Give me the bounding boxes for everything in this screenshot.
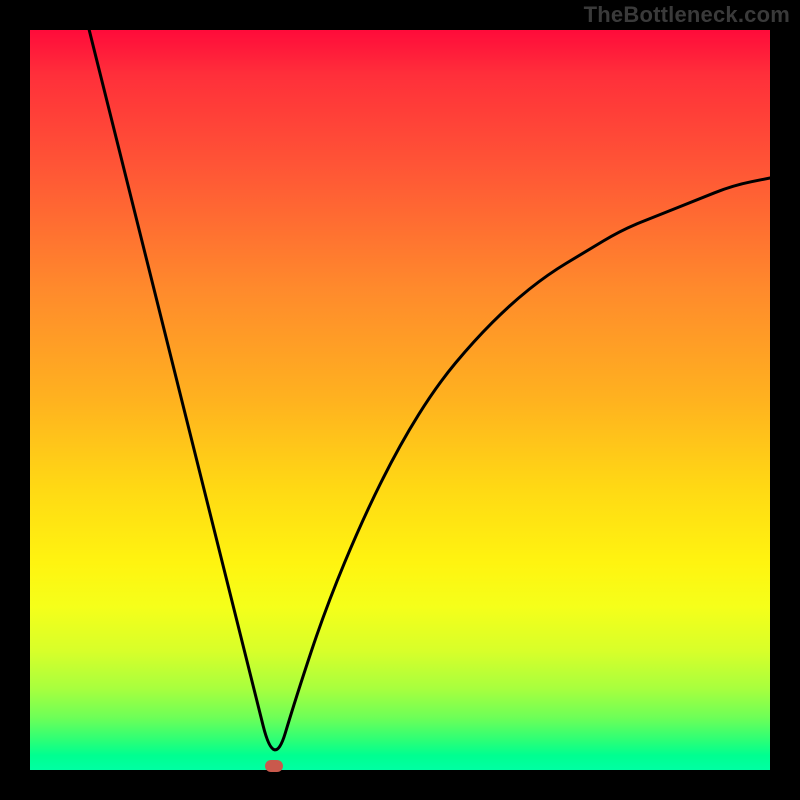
watermark-text: TheBottleneck.com [584, 2, 790, 28]
curve-path [89, 30, 770, 750]
bottleneck-curve [30, 30, 770, 770]
minimum-marker [265, 760, 283, 772]
chart-frame: TheBottleneck.com [0, 0, 800, 800]
plot-area [30, 30, 770, 770]
